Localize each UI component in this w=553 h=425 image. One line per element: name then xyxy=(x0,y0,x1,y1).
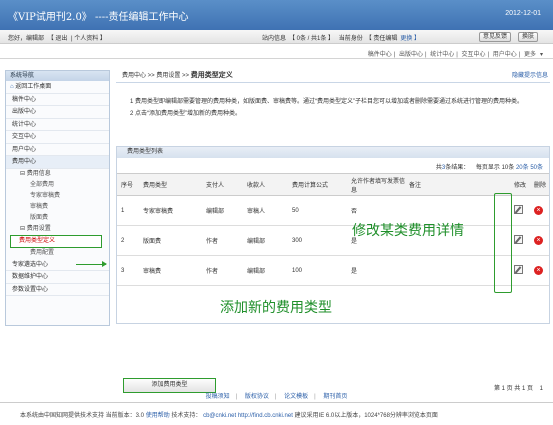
role-switch-link[interactable]: 更换 】 xyxy=(400,36,420,42)
sidebar-item-expert-fee[interactable]: 专家审稿费 xyxy=(6,191,109,202)
sidebar-item-fee-settings[interactable]: ⊟ 费用设置 xyxy=(6,224,109,235)
nav-more[interactable]: 更多 xyxy=(524,52,536,58)
sidebar-item-data-maint[interactable]: 数据维护中心 xyxy=(6,271,109,284)
per-page-50[interactable]: 50条 xyxy=(530,165,543,171)
sidebar-item-all-fees[interactable]: 全部费用 xyxy=(6,180,109,191)
url-link[interactable]: http://find.cb.cnki.net xyxy=(238,413,293,419)
app-title: 《VIP试用刊2.0》 ----责任编辑工作中心 xyxy=(8,12,189,23)
minus-icon: ⊟ xyxy=(20,170,26,177)
delete-icon[interactable]: × xyxy=(534,206,543,215)
role-value: 【 责任编辑 xyxy=(365,36,398,42)
col-payer: 支付人 xyxy=(202,173,243,196)
footer-links: 投稿须知 | 版权协议 | 论文模板 | 期刊首页 xyxy=(205,394,348,400)
header-bar: 《VIP试用刊2.0》 ----责任编辑工作中心 2012-12-01 xyxy=(0,0,553,30)
user-greeting: 您好，编辑部 【 退出 | 个人资料 】 xyxy=(8,33,106,42)
sidebar-item-publish[interactable]: 出版中心 xyxy=(6,106,109,119)
help-link[interactable]: 使用帮助 xyxy=(146,413,170,419)
role-label: 当前身份 xyxy=(338,36,363,42)
arrow-right-icon xyxy=(76,261,107,267)
footer-info: 本系统由中国知网提供技术支持 当前版本：3.0 使用帮助 技术支持： cb@cn… xyxy=(20,413,438,419)
feedback-button[interactable]: 意见反馈 xyxy=(479,32,512,42)
greeting-text: 您好，编辑部 xyxy=(8,36,45,42)
sidebar-item-fee-config[interactable]: 费用配置 xyxy=(6,248,109,259)
hide-tips-link[interactable]: 隐藏提示信息 xyxy=(512,70,548,79)
sidebar: 系统导航 ⌂ 返回工作桌面 稿件中心 出版中心 统计中心 交互中心 用户中心 费… xyxy=(5,70,110,326)
col-type: 费用类型 xyxy=(139,173,202,196)
table-row: 1 专家审稿费 编辑部 审稿人 50 否 × xyxy=(117,195,549,226)
module-nav: 稿件中心 | 出版中心 | 统计中心 | 交互中心 | 用户中心 | 更多 ▾ xyxy=(0,45,553,59)
col-payee: 收款人 xyxy=(243,173,288,196)
skin-button[interactable]: 换肤 xyxy=(518,32,539,42)
minus-icon: ⊟ xyxy=(20,225,26,232)
page-title: 费用类型定义 xyxy=(190,72,233,79)
tips-box: 1 费用类型即编辑部需要管理的费用种类，如版面费、审稿费等。通过“费用类型定义”… xyxy=(130,96,540,120)
footer-link-copyright[interactable]: 版权协议 xyxy=(245,394,269,400)
sidebar-title: 系统导航 xyxy=(6,71,109,81)
delete-icon[interactable]: × xyxy=(534,236,543,245)
header-date: 2012-12-01 xyxy=(505,10,541,17)
fee-type-table: 序号 费用类型 支付人 收款人 费用计算公式 允许作者填写发票信息 备注 修改 … xyxy=(117,173,549,286)
footer-link-guide[interactable]: 投稿须知 xyxy=(206,394,230,400)
sidebar-item-fee-info[interactable]: ⊟ 费用信息 xyxy=(6,169,109,180)
col-invoice: 允许作者填写发票信息 xyxy=(347,173,405,196)
sidebar-item-manuscript[interactable]: 稿件中心 xyxy=(6,94,109,106)
footer-link-template[interactable]: 论文模板 xyxy=(284,394,308,400)
email-link[interactable]: cb@cnki.net xyxy=(203,413,236,419)
table-row: 2 版面费 作者 编辑部 300 是 × xyxy=(117,225,549,256)
table-row: 3 审稿费 作者 编辑部 100 是 × xyxy=(117,255,549,286)
nav-interact[interactable]: 交互中心 xyxy=(461,52,485,58)
divider xyxy=(116,82,550,83)
sidebar-item-review-fee[interactable]: 审稿费 xyxy=(6,202,109,213)
per-page-20[interactable]: 20条 xyxy=(516,165,529,171)
inbox-count[interactable]: 【 0条 / 共1条 】 xyxy=(289,36,334,42)
col-formula: 费用计算公式 xyxy=(288,173,347,196)
delete-icon[interactable]: × xyxy=(534,266,543,275)
main-content: 费用中心 >> 费用设置 >> 费用类型定义 隐藏提示信息 1 费用类型即编辑部… xyxy=(116,68,550,393)
chevron-down-icon: ▾ xyxy=(539,52,543,58)
edit-icon[interactable] xyxy=(514,205,523,214)
col-no: 序号 xyxy=(117,173,139,196)
sidebar-item-stats[interactable]: 统计中心 xyxy=(6,119,109,131)
edit-icon[interactable] xyxy=(514,265,523,274)
logout-link[interactable]: 【 退出 xyxy=(48,36,68,42)
table-header: 序号 费用类型 支付人 收款人 费用计算公式 允许作者填写发票信息 备注 修改 … xyxy=(117,173,549,196)
edit-column-highlight xyxy=(494,193,512,293)
sidebar-item-interact[interactable]: 交互中心 xyxy=(6,131,109,144)
col-delete: 删除 xyxy=(530,173,549,196)
sidebar-item-home[interactable]: ⌂ 返回工作桌面 xyxy=(6,81,109,94)
per-page-10[interactable]: 10条 xyxy=(502,165,515,171)
tip-2: 2 点击“添加费用类型”增加新的费用种类。 xyxy=(130,111,242,117)
tip-1: 1 费用类型即编辑部需要管理的费用种类，如版面费、审稿费等。通过“费用类型定义”… xyxy=(130,99,524,105)
sidebar-item-fee-type-def[interactable]: 费用类型定义 xyxy=(10,234,102,248)
nav-users[interactable]: 用户中心 xyxy=(493,52,517,58)
nav-stats[interactable]: 统计中心 xyxy=(430,52,454,58)
divider xyxy=(0,402,553,403)
result-count: 共3条结果： 每页显示 10条 20条 50条 xyxy=(435,165,543,171)
inbox-label: 站内信息 xyxy=(262,36,287,42)
profile-link[interactable]: | 个人资料 】 xyxy=(71,36,106,42)
breadcrumb: 费用中心 >> 费用设置 >> 费用类型定义 xyxy=(122,72,233,79)
edit-icon[interactable] xyxy=(514,235,523,244)
sidebar-item-users[interactable]: 用户中心 xyxy=(6,144,109,156)
col-edit: 修改 xyxy=(510,173,530,196)
annotation-add: 添加新的费用类型 xyxy=(220,300,332,316)
nav-publish[interactable]: 出版中心 xyxy=(399,52,423,58)
annotation-edit: 修改某类费用详情 xyxy=(352,223,464,239)
sidebar-item-fee-center[interactable]: 费用中心 xyxy=(6,156,109,169)
user-bar: 您好，编辑部 【 退出 | 个人资料 】 站内信息【 0条 / 共1条 】 当前… xyxy=(0,30,553,44)
nav-manuscript[interactable]: 稿件中心 xyxy=(368,52,392,58)
sidebar-item-page-fee[interactable]: 版面费 xyxy=(6,213,109,224)
panel-title: 费用类型列表 xyxy=(117,147,549,158)
home-icon: ⌂ xyxy=(10,84,14,90)
footer-link-home[interactable]: 期刊首页 xyxy=(323,394,347,400)
sidebar-item-params[interactable]: 参数设置中心 xyxy=(6,284,109,296)
fee-type-panel: 费用类型列表 共3条结果： 每页显示 10条 20条 50条 序号 费用类型 支… xyxy=(116,146,550,393)
user-status: 站内信息【 0条 / 共1条 】 当前身份【 责任编辑 更换 】 xyxy=(262,33,423,42)
